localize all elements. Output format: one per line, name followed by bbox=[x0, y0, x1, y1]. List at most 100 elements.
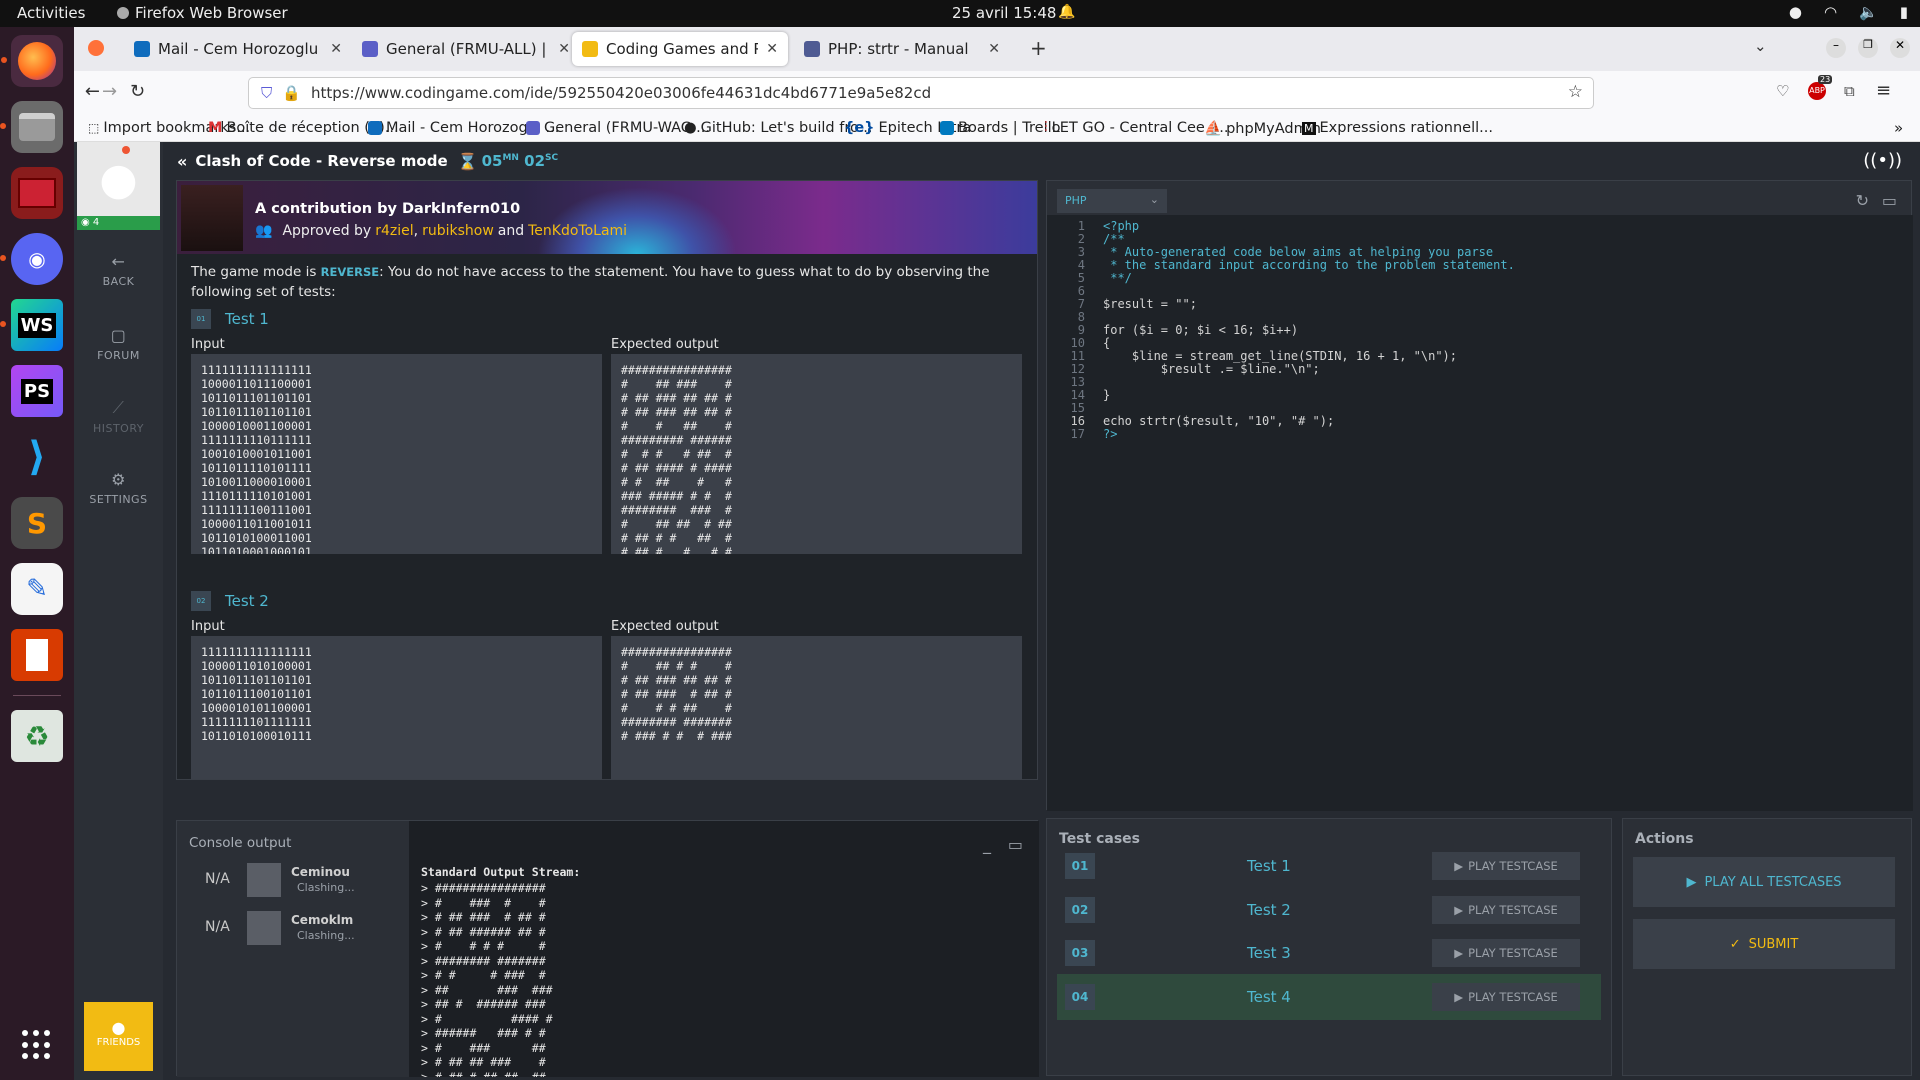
code-line[interactable]: $line = stream_get_line(STDIN, 16 + 1, "… bbox=[1103, 349, 1457, 363]
settings-button[interactable]: ⚙ SETTINGS bbox=[74, 470, 163, 506]
close-icon[interactable]: ✕ bbox=[766, 41, 778, 57]
testcase-row[interactable]: 01 Test 1 ▶ PLAY TESTCASE bbox=[1057, 843, 1601, 889]
code-line[interactable]: **/ bbox=[1103, 271, 1132, 285]
bookmark-item[interactable]: M Expressions rationnell... bbox=[1302, 120, 1493, 136]
testcase-row[interactable]: 03 Test 3 ▶ PLAY TESTCASE bbox=[1057, 930, 1601, 976]
sublime-dock-icon[interactable]: S bbox=[11, 497, 63, 549]
play-testcase-button[interactable]: ▶ PLAY TESTCASE bbox=[1432, 939, 1580, 967]
lock-icon[interactable]: 🔒 bbox=[282, 84, 301, 102]
play-testcase-button[interactable]: ▶ PLAY TESTCASE bbox=[1432, 852, 1580, 880]
bookmark-item[interactable]: Boards | Trello bbox=[940, 120, 1061, 136]
shield-icon[interactable]: ⛉ bbox=[261, 84, 272, 102]
play-testcase-button[interactable]: ▶ PLAY TESTCASE bbox=[1432, 982, 1580, 1011]
history-button[interactable]: ⟋ HISTORY bbox=[74, 398, 163, 435]
system-tray[interactable]: ● ◠ 🔈 ▮ bbox=[1789, 3, 1908, 21]
bookmark-item[interactable]: ⫶ LET GO - Central Cee -... bbox=[1044, 120, 1228, 136]
minimize-console-icon[interactable]: _ bbox=[983, 835, 991, 854]
expected-output-label: Expected output bbox=[611, 337, 719, 352]
code-line[interactable]: ?> bbox=[1103, 427, 1117, 441]
maximize-button[interactable]: ❐ bbox=[1858, 38, 1878, 58]
volume-icon[interactable]: 🔈 bbox=[1859, 3, 1878, 21]
webstorm-dock-icon[interactable]: WS bbox=[0, 299, 63, 351]
navigation-toolbar: ← → ↻ ⛉ 🔒 https://www.codingame.com/ide/… bbox=[74, 71, 1920, 115]
tab-codingame[interactable]: Coding Games and Progra ✕ bbox=[572, 32, 788, 66]
more-bookmarks-icon[interactable]: » bbox=[1894, 119, 1903, 137]
phpstorm-dock-icon[interactable]: PS bbox=[11, 365, 63, 417]
minimize-button[interactable]: – bbox=[1826, 38, 1846, 58]
reset-icon[interactable]: ↻ bbox=[1856, 191, 1869, 210]
code-line[interactable]: { bbox=[1103, 336, 1110, 350]
menu-icon[interactable]: ≡ bbox=[1876, 80, 1891, 101]
discord-dock-icon[interactable]: ◉ bbox=[0, 233, 63, 285]
list-tabs-icon[interactable]: ⌄ bbox=[1754, 37, 1767, 55]
code-line[interactable]: $result .= $line."\n"; bbox=[1103, 362, 1320, 376]
close-icon[interactable]: ✕ bbox=[330, 41, 342, 57]
discord-tray-icon[interactable]: ● bbox=[1789, 3, 1802, 21]
code-line[interactable]: echo strtr($result, "10", "# "); bbox=[1103, 414, 1334, 428]
url-text[interactable]: https://www.codingame.com/ide/592550420e… bbox=[311, 84, 931, 102]
forward-arrow-icon[interactable]: → bbox=[102, 81, 117, 102]
bookmark-star-icon[interactable]: ☆ bbox=[1568, 82, 1583, 102]
bell-icon[interactable]: 🔔 bbox=[1058, 4, 1075, 20]
files-dock-icon[interactable] bbox=[0, 101, 63, 153]
firefox-dock-icon[interactable] bbox=[1, 35, 63, 87]
extensions-icon[interactable]: ⧉ bbox=[1844, 82, 1855, 100]
bookmark-item[interactable]: General (FRMU-WAC-... bbox=[526, 120, 710, 136]
notification-dot bbox=[122, 146, 130, 154]
forum-button[interactable]: ▢ FORUM bbox=[74, 326, 163, 362]
code-line[interactable]: /** bbox=[1103, 232, 1125, 246]
close-icon[interactable]: ✕ bbox=[988, 41, 1000, 57]
avatar[interactable]: ● bbox=[77, 142, 160, 216]
maximize-console-icon[interactable]: ▭ bbox=[1008, 835, 1023, 854]
codingame-ide: ● ◉ 4 ← BACK ▢ FORUM ⟋ HISTORY ⚙ SETTINGS ● F… bbox=[74, 142, 1920, 1080]
code-area[interactable]: 1 <?php 2 /** 3 * Auto-generated code below … bbox=[1047, 215, 1913, 811]
tab-php[interactable]: PHP: strtr - Manual ✕ bbox=[794, 32, 1010, 66]
office-dock-icon[interactable] bbox=[11, 629, 63, 681]
play-all-testcases-button[interactable]: ▶ PLAY ALL TESTCASES bbox=[1633, 857, 1895, 907]
close-window-button[interactable]: ✕ bbox=[1890, 38, 1910, 58]
friends-button[interactable]: ● FRIENDS bbox=[84, 1002, 153, 1071]
show-apps-icon[interactable] bbox=[22, 1030, 52, 1060]
code-line[interactable]: * the standard input according to the pr… bbox=[1103, 258, 1515, 272]
player-row[interactable]: N/A Ceminou Clashing... bbox=[177, 859, 409, 899]
clock[interactable]: 25 avril 15:48 bbox=[952, 4, 1056, 22]
activities-button[interactable]: Activities bbox=[17, 4, 85, 22]
play-testcase-button[interactable]: ▶ PLAY TESTCASE bbox=[1432, 895, 1580, 924]
reload-icon[interactable]: ↻ bbox=[130, 81, 145, 102]
text-editor-dock-icon[interactable]: ✎ bbox=[11, 563, 63, 615]
terminal-app-dock-icon[interactable] bbox=[11, 167, 63, 219]
battery-icon[interactable]: ▮ bbox=[1900, 3, 1908, 21]
tab-mail[interactable]: Mail - Cem Horozoglu - O ✕ bbox=[124, 32, 352, 66]
language-select[interactable]: PHP ⌄ bbox=[1057, 189, 1167, 213]
back-button[interactable]: ← BACK bbox=[74, 252, 163, 288]
running-indicator bbox=[0, 123, 6, 129]
city-skyline-graphic bbox=[537, 187, 737, 254]
back-arrow-icon[interactable]: ← bbox=[70, 81, 100, 102]
maximize-icon[interactable]: ▭ bbox=[1882, 191, 1897, 210]
wifi-icon[interactable]: ◠ bbox=[1824, 3, 1837, 21]
testcase-row[interactable]: 04 Test 4 ▶ PLAY TESTCASE bbox=[1057, 973, 1601, 1020]
approver-link[interactable]: r4ziel bbox=[375, 223, 413, 239]
submit-button[interactable]: ✓ SUBMIT bbox=[1633, 919, 1895, 969]
code-line[interactable]: for ($i = 0; $i < 16; $i++) bbox=[1103, 323, 1298, 337]
code-line[interactable]: $result = ""; bbox=[1103, 297, 1197, 311]
approver-link[interactable]: TenKdoToLami bbox=[528, 223, 627, 239]
broadcast-icon[interactable]: ((•)) bbox=[1863, 150, 1902, 171]
code-line[interactable]: * Auto-generated code below aims at help… bbox=[1103, 245, 1493, 259]
trash-dock-icon[interactable]: ♻ bbox=[11, 710, 63, 762]
pocket-icon[interactable]: ♡ bbox=[1776, 82, 1789, 100]
testcase-row[interactable]: 02 Test 2 ▶ PLAY TESTCASE bbox=[1057, 887, 1601, 933]
tab-teams[interactable]: General (FRMU-ALL) | Mic ✕ bbox=[352, 32, 580, 66]
adblock-icon[interactable]: ABP bbox=[1808, 82, 1826, 100]
approver-link[interactable]: rubikshow bbox=[422, 223, 494, 239]
code-line[interactable]: } bbox=[1103, 388, 1110, 402]
collapse-icon[interactable]: « bbox=[177, 152, 187, 171]
close-icon[interactable]: ✕ bbox=[558, 41, 570, 57]
url-bar[interactable]: ⛉ 🔒 https://www.codingame.com/ide/592550… bbox=[248, 77, 1594, 109]
firefox-view-icon[interactable] bbox=[88, 40, 104, 56]
active-app-menu[interactable]: Firefox Web Browser bbox=[117, 4, 288, 22]
player-row[interactable]: N/A Cemoklm Clashing... bbox=[177, 907, 409, 947]
vscode-dock-icon[interactable]: ⟩ bbox=[11, 431, 63, 483]
new-tab-button[interactable]: + bbox=[1030, 36, 1047, 60]
code-line[interactable]: <?php bbox=[1103, 219, 1139, 233]
